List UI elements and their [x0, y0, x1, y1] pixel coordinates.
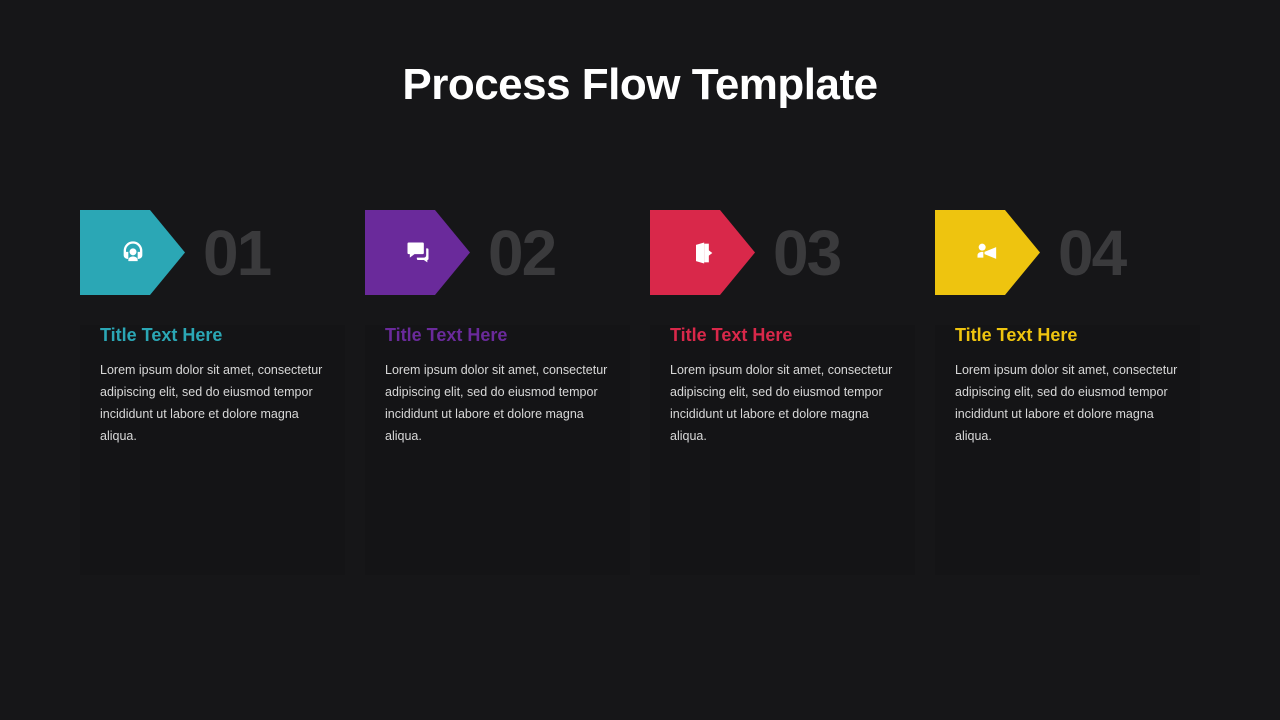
- step-title: Title Text Here: [385, 325, 610, 346]
- step-number: 01: [203, 221, 270, 285]
- step-body: Title Text Here Lorem ipsum dolor sit am…: [935, 325, 1200, 575]
- step-number: 04: [1058, 221, 1125, 285]
- step-desc: Lorem ipsum dolor sit amet, consectetur …: [955, 360, 1180, 448]
- step-number: 02: [488, 221, 555, 285]
- step-4: 04 Title Text Here Lorem ipsum dolor sit…: [935, 210, 1200, 575]
- step-tag: [80, 210, 185, 295]
- slide: Process Flow Template 01 Title Text Here: [0, 0, 1280, 720]
- megaphone-icon: [973, 238, 1003, 268]
- chat-icon: [403, 238, 433, 268]
- step-header: 04: [935, 210, 1200, 295]
- step-title: Title Text Here: [955, 325, 1180, 346]
- steps-row: 01 Title Text Here Lorem ipsum dolor sit…: [80, 210, 1200, 575]
- step-tag: [935, 210, 1040, 295]
- step-title: Title Text Here: [670, 325, 895, 346]
- step-title: Title Text Here: [100, 325, 325, 346]
- step-header: 02: [365, 210, 630, 295]
- step-desc: Lorem ipsum dolor sit amet, consectetur …: [385, 360, 610, 448]
- step-tag: [650, 210, 755, 295]
- step-header: 01: [80, 210, 345, 295]
- door-exit-icon: [688, 238, 718, 268]
- step-3: 03 Title Text Here Lorem ipsum dolor sit…: [650, 210, 915, 575]
- step-header: 03: [650, 210, 915, 295]
- page-title: Process Flow Template: [80, 60, 1200, 110]
- step-1: 01 Title Text Here Lorem ipsum dolor sit…: [80, 210, 345, 575]
- step-body: Title Text Here Lorem ipsum dolor sit am…: [365, 325, 630, 575]
- step-body: Title Text Here Lorem ipsum dolor sit am…: [80, 325, 345, 575]
- step-2: 02 Title Text Here Lorem ipsum dolor sit…: [365, 210, 630, 575]
- headset-icon: [118, 238, 148, 268]
- step-number: 03: [773, 221, 840, 285]
- step-desc: Lorem ipsum dolor sit amet, consectetur …: [670, 360, 895, 448]
- step-body: Title Text Here Lorem ipsum dolor sit am…: [650, 325, 915, 575]
- step-desc: Lorem ipsum dolor sit amet, consectetur …: [100, 360, 325, 448]
- step-tag: [365, 210, 470, 295]
